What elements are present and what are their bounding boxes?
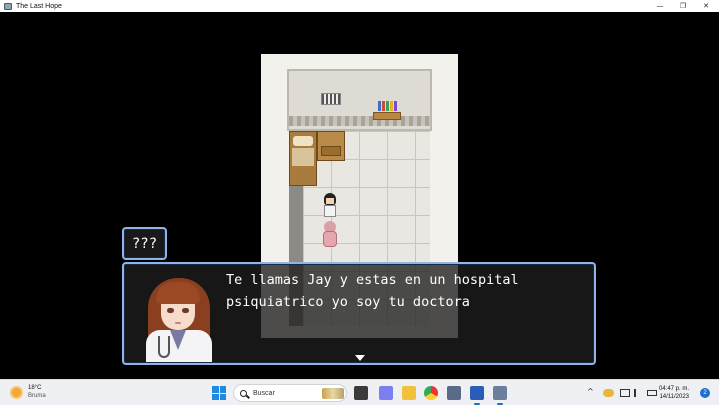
- wall-vent: [321, 93, 341, 105]
- start-icon[interactable]: [212, 386, 226, 400]
- clock-time: 04:47 p. m.: [659, 386, 690, 392]
- book: [386, 101, 389, 111]
- bed: [289, 131, 317, 186]
- weather-widget[interactable]: 18°C Bruma: [10, 384, 46, 400]
- windows-taskbar: 18°C Bruma Buscar ^ 04:47 p. m. 14/11/20…: [0, 379, 719, 405]
- dialog-message-box[interactable]: Te llamas Jay y estas en un hospital psi…: [122, 262, 596, 365]
- pillow: [293, 136, 313, 146]
- maximize-button[interactable]: ❐: [672, 0, 694, 12]
- wall-trim: [289, 116, 430, 126]
- bed-sheet: [292, 148, 314, 166]
- weather-condition: Bruma: [28, 393, 46, 399]
- task-view-icon[interactable]: [354, 386, 368, 400]
- book: [394, 101, 397, 111]
- file-explorer-icon[interactable]: [402, 386, 416, 400]
- store-icon[interactable]: [447, 386, 461, 400]
- weather-temp: 18°C: [28, 385, 42, 391]
- monitor-icon[interactable]: [620, 389, 630, 397]
- search-highlight-icon: [322, 388, 344, 399]
- down-arrow-icon[interactable]: [355, 355, 365, 361]
- speaker-name: ???: [131, 235, 158, 252]
- desk-drawer: [321, 146, 341, 156]
- volume-icon[interactable]: [634, 389, 642, 397]
- minimize-button[interactable]: —: [649, 0, 671, 12]
- search-icon: [240, 389, 247, 397]
- window-title: The Last Hope: [16, 2, 62, 10]
- desk: [317, 131, 345, 161]
- book: [378, 101, 381, 111]
- dialog-line-2: psiquiatrico yo soy tu doctora: [226, 294, 470, 310]
- clock[interactable]: 04:47 p. m. 14/11/2023: [659, 385, 689, 401]
- jay-sprite: [321, 193, 339, 221]
- search-placeholder: Buscar: [253, 389, 275, 397]
- cloud-icon[interactable]: [603, 389, 614, 397]
- search-input[interactable]: Buscar: [233, 384, 347, 402]
- book: [390, 101, 393, 111]
- sun-icon: [10, 385, 23, 399]
- chat-icon[interactable]: [379, 386, 393, 400]
- battery-icon[interactable]: [647, 390, 657, 396]
- window-titlebar: The Last Hope — ❐ ✕: [0, 0, 719, 12]
- app-icon: [4, 2, 12, 10]
- game-icon[interactable]: [493, 386, 507, 405]
- notification-badge[interactable]: 2: [700, 388, 710, 398]
- bookshelf: [373, 101, 401, 120]
- doctor-portrait: [136, 272, 222, 362]
- dialog-line-1: Te llamas Jay y estas en un hospital: [226, 272, 519, 288]
- stethoscope-icon: [158, 336, 170, 358]
- book: [382, 101, 385, 111]
- tray-chevron-icon[interactable]: ^: [587, 387, 594, 396]
- doctor-sprite: [321, 221, 339, 249]
- clock-date: 14/11/2023: [659, 394, 690, 400]
- word-icon[interactable]: [470, 386, 484, 405]
- chrome-icon[interactable]: [424, 386, 438, 400]
- speaker-name-box: ???: [122, 227, 167, 260]
- close-button[interactable]: ✕: [695, 0, 717, 12]
